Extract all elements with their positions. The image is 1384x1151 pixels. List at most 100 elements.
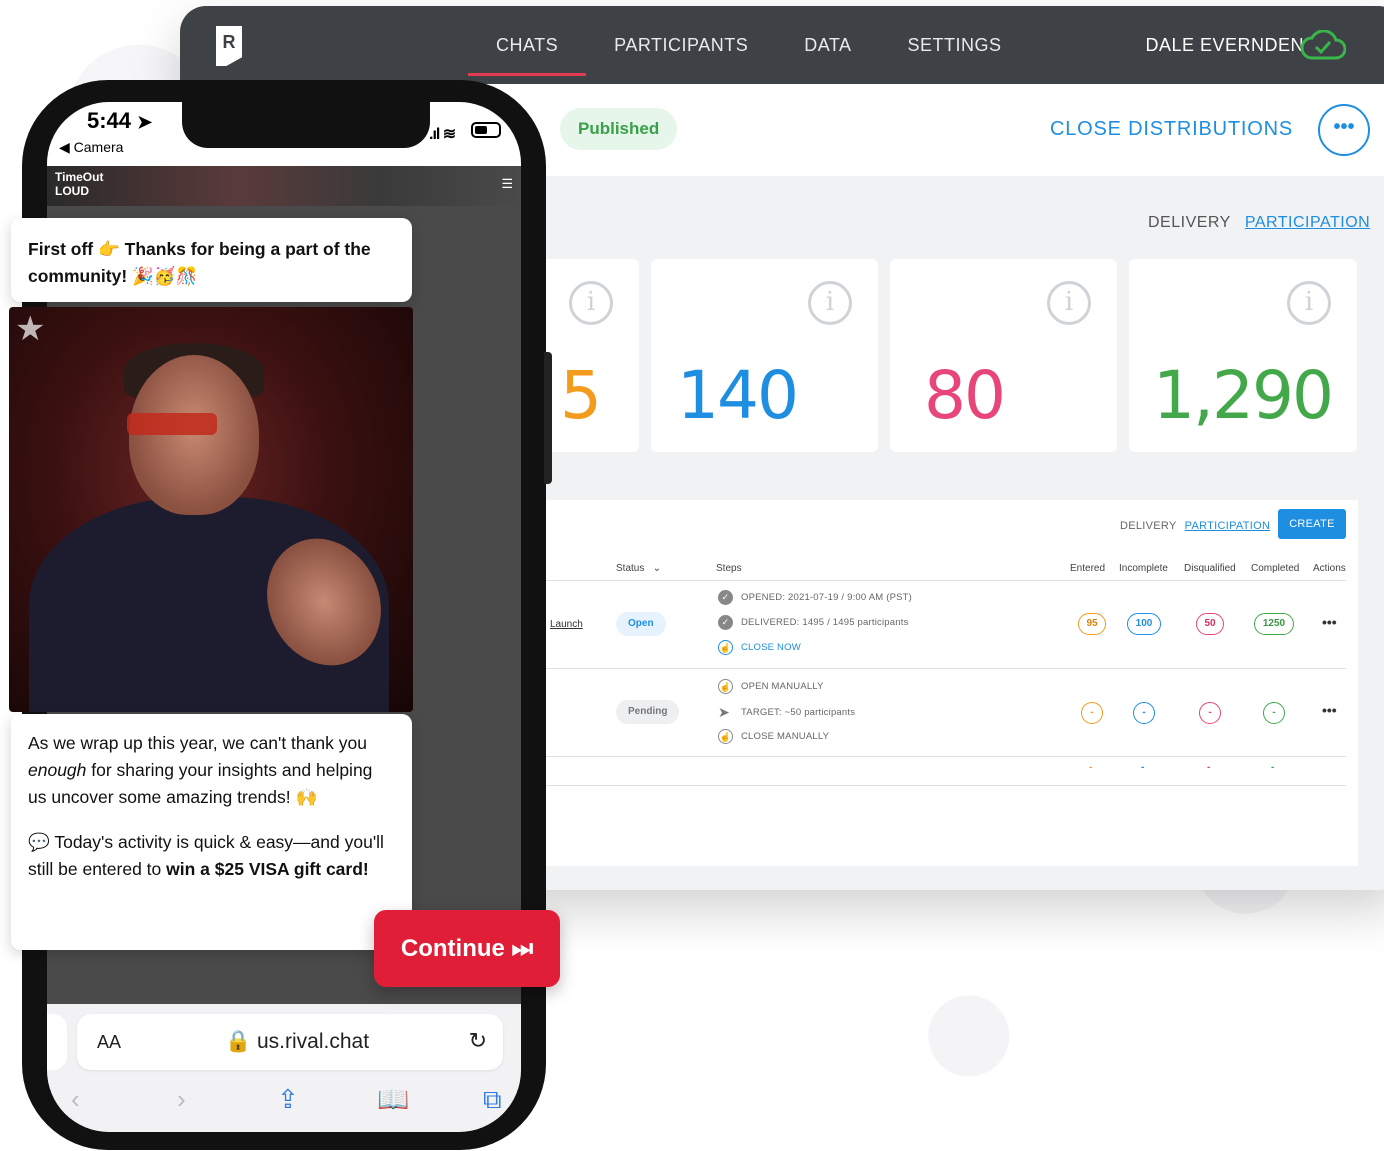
hamburger-menu-icon[interactable]: ☰ [501,176,513,192]
timeout-loud-logo: TimeOut LOUD [55,170,104,198]
total-completed: - [1271,762,1275,773]
chat-bubble-intro: First off 👉 Thanks for being a part of t… [11,218,412,302]
row-actions-button[interactable]: ••• [1322,614,1337,630]
url-text: 🔒 us.rival.chat [225,1030,370,1053]
total-disqualified: - [1207,762,1211,773]
info-icon[interactable]: i [569,281,613,325]
back-to-camera-link[interactable]: ◀ Camera [59,139,123,156]
site-header: TimeOut LOUD ☰ [47,166,521,206]
divider [520,756,1346,757]
stat-card-incomplete: i 140 [651,259,878,452]
stat-value: 80 [924,357,1006,434]
clock: 5:44 ➤ [87,108,153,133]
tab-data[interactable]: DATA [776,6,879,84]
status-badge: Published [560,108,678,150]
header-disqualified: Disqualified [1184,563,1236,574]
total-entered: - [1089,762,1093,773]
previous-tab-stub[interactable] [47,1014,67,1070]
forward-chevron-icon[interactable]: › [177,1084,186,1115]
create-button[interactable]: CREATE [1278,509,1346,539]
divider [520,785,1346,786]
toggle-participation[interactable]: PARTICIPATION [1185,520,1271,532]
incomplete-count: - [1133,702,1155,724]
stat-value: 5 [560,357,602,434]
header-actions: Actions [1313,563,1346,574]
check-circle-icon: ✓ [718,615,733,630]
disqualified-count: - [1199,702,1221,724]
ios-status-bar: 5:44 ➤ ◀ Camera .ıl ≋ [47,102,521,166]
more-options-button[interactable]: ••• [1318,104,1370,156]
reader-aa-button[interactable]: AA [97,1032,121,1053]
total-incomplete: - [1141,762,1145,773]
rival-logo[interactable]: R [216,26,242,66]
chat-gif-image: ★ [9,307,413,712]
chevron-down-icon: ⌄ [647,563,662,574]
notch [182,102,430,148]
share-icon[interactable]: ⇪ [277,1084,299,1115]
stats-toggle: DELIVERY PARTICIPATION [1148,214,1370,232]
top-nav: R CHATS PARTICIPANTS DATA SETTINGS DALE … [180,6,1384,84]
toggle-participation[interactable]: PARTICIPATION [1245,214,1370,231]
close-distributions-button[interactable]: CLOSE DISTRIBUTIONS [1050,118,1293,141]
location-arrow-icon: ➤ [137,112,153,132]
bookmarks-icon[interactable]: 📖 [377,1084,409,1115]
header-steps: Steps [716,563,742,574]
divider [520,580,1346,581]
step-target: ➤ TARGET: ~50 participants [718,704,856,720]
address-bar[interactable]: AA 🔒 us.rival.chat ↻ [77,1014,503,1070]
reload-icon[interactable]: ↻ [469,1028,487,1054]
touch-icon: ☝ [718,640,733,655]
tab-participants[interactable]: PARTICIPANTS [586,6,776,84]
battery-icon [471,122,501,138]
chat-bubble-message: As we wrap up this year, we can't thank … [11,714,412,950]
step-delivered: ✓ DELIVERED: 1495 / 1495 participants [718,615,909,630]
disqualified-count: 50 [1196,613,1224,635]
header-completed: Completed [1251,563,1300,574]
check-circle-icon: ✓ [718,590,733,605]
stat-value: 140 [677,357,799,434]
entered-count: 95 [1078,613,1106,635]
status-badge: Pending [616,700,680,724]
divider [520,668,1346,669]
completed-count: - [1263,702,1285,724]
cloud-check-icon [1300,30,1346,60]
phone-side-button [544,352,552,484]
entered-count: - [1081,702,1103,724]
header-status[interactable]: Status ⌄ [616,563,661,574]
close-now-link[interactable]: ☝ CLOSE NOW [718,640,801,655]
info-icon[interactable]: i [1287,281,1331,325]
completed-count: 1250 [1254,613,1294,635]
toggle-delivery[interactable]: DELIVERY [1120,520,1177,532]
stat-value: 1,290 [1153,357,1334,434]
row-actions-button[interactable]: ••• [1322,702,1337,718]
tab-settings[interactable]: SETTINGS [880,6,1030,84]
send-icon: ➤ [718,704,730,720]
toggle-delivery[interactable]: DELIVERY [1148,214,1231,231]
header-incomplete: Incomplete [1119,563,1168,574]
tab-chats[interactable]: CHATS [468,6,587,84]
nav-tabs: CHATS PARTICIPANTS DATA SETTINGS [468,6,1030,84]
row-name-link[interactable]: Launch [550,619,583,630]
user-name[interactable]: DALE EVERNDEN [1145,6,1304,84]
safari-toolbar: ‹ › ⇪ 📖 ⧉ [47,1084,521,1124]
touch-icon: ☝ [718,679,733,694]
info-icon[interactable]: i [1047,281,1091,325]
distribution-table: DELIVERY PARTICIPATION CREATE Status ⌄ St… [520,500,1358,866]
star-icon[interactable]: ★ [15,309,45,349]
incomplete-count: 100 [1127,613,1161,635]
safari-bottom-bar: AA 🔒 us.rival.chat ↻ ‹ › ⇪ 📖 ⧉ [47,1004,521,1132]
step-close-manually: ☝ CLOSE MANUALLY [718,729,830,744]
continue-button[interactable]: Continue ⏭ [374,910,560,987]
back-chevron-icon[interactable]: ‹ [71,1084,80,1115]
step-open-manually: ☝ OPEN MANUALLY [718,679,824,694]
touch-icon: ☝ [718,729,733,744]
header-entered: Entered [1070,563,1106,574]
step-opened: ✓ OPENED: 2021-07-19 / 9:00 AM (PST) [718,590,912,605]
stat-card-disqualified: i 80 [890,259,1117,452]
tabs-icon[interactable]: ⧉ [483,1084,502,1116]
status-badge: Open [616,612,666,636]
signal-wifi-icon: .ıl ≋ [429,126,456,143]
stat-card-completed: i 1,290 [1129,259,1357,452]
table-toggle: DELIVERY PARTICIPATION [1120,520,1270,532]
info-icon[interactable]: i [808,281,852,325]
